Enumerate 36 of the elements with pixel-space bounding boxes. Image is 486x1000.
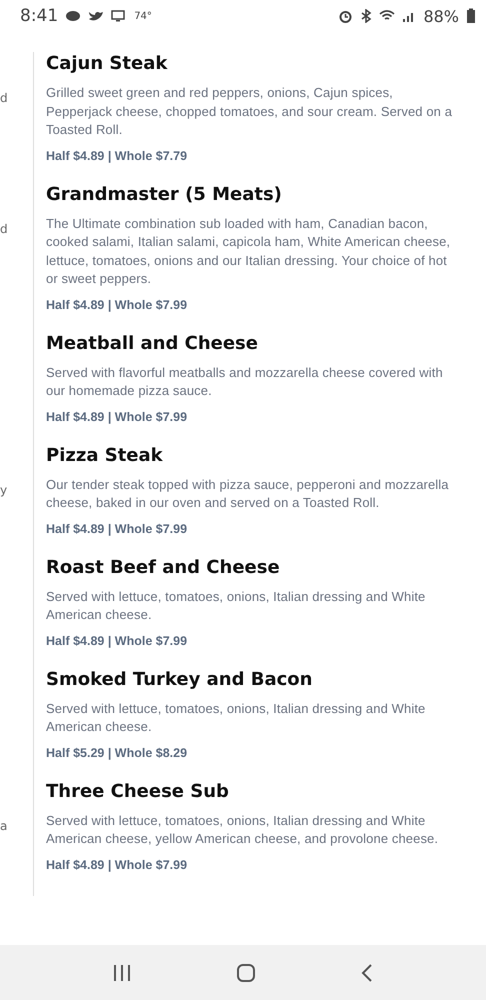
bird-icon [88,10,104,22]
item-price: Half $4.89 | Whole $7.99 [46,632,188,650]
item-price: Half $4.89 | Whole $7.99 [46,408,188,426]
item-title: Pizza Steak [46,444,164,468]
recent-apps-icon[interactable] [112,964,132,982]
cut-off-text: y [0,482,8,498]
cut-off-text: d [0,90,9,107]
item-description: Grilled sweet green and red peppers, onions, Cajun spices, Pepperjack cheese, chopped tomatoes, and sour cream. Served on a Toasted Roll. [46,84,454,139]
item-title: Smoked Turkey and Bacon [46,668,314,692]
item-price: Half $4.89 | Whole $7.79 [46,148,188,164]
item-description: Served with flavorful meatballs and mozzarella cheese covered with our homemade pizza sauce. [46,364,444,400]
clock-text: 8:41 [20,6,58,26]
item-price: Half $4.89 | Whole $7.99 [46,296,188,314]
item-title: Cajun Steak [46,52,168,76]
item-price: Half $4.89 | Whole $7.99 [46,520,188,538]
battery-icon [466,8,476,24]
cut-off-text: a [0,818,8,834]
home-icon[interactable] [236,962,256,982]
item-price: Half $5.29 | Whole $8.29 [46,744,188,762]
item-description: Served with lettuce, tomatoes, onions, Italian dressing and White American cheese. [46,588,426,624]
back-icon[interactable] [360,962,374,982]
item-title: Roast Beef and Cheese [46,556,281,580]
cut-off-text: d [0,220,9,238]
item-description: Served with lettuce, tomatoes, onions, Italian dressing and White American cheese, yellow American cheese, and provolone cheese. [46,812,440,848]
item-description: The Ultimate combination sub loaded with ham, Canadian bacon, cooked salami, Italian salami, capicola ham, White American cheese, lettuce, tomatoes, onions and our Italian dressing. Your choice of hot or sweet peppers. [46,214,452,288]
item-price: Half $4.89 | Whole $7.99 [46,856,188,874]
bluetooth-icon [360,9,372,23]
monitor-icon [111,10,128,22]
item-description: Served with lettuce, tomatoes, onions, Italian dressing and White American cheese. [46,700,426,736]
item-title: Meatball and Cheese [46,332,259,356]
alarm-icon [338,9,354,23]
item-title: Three Cheese Sub [46,780,230,804]
temperature-text: 74° [134,10,152,22]
item-title: Grandmaster (5 Meats) [46,182,283,206]
battery-text: 88% [423,6,459,26]
item-description: Our tender steak topped with pizza sauce, pepperoni and mozzarella cheese, baked in our oven and served on a Toasted Roll. [46,476,450,512]
